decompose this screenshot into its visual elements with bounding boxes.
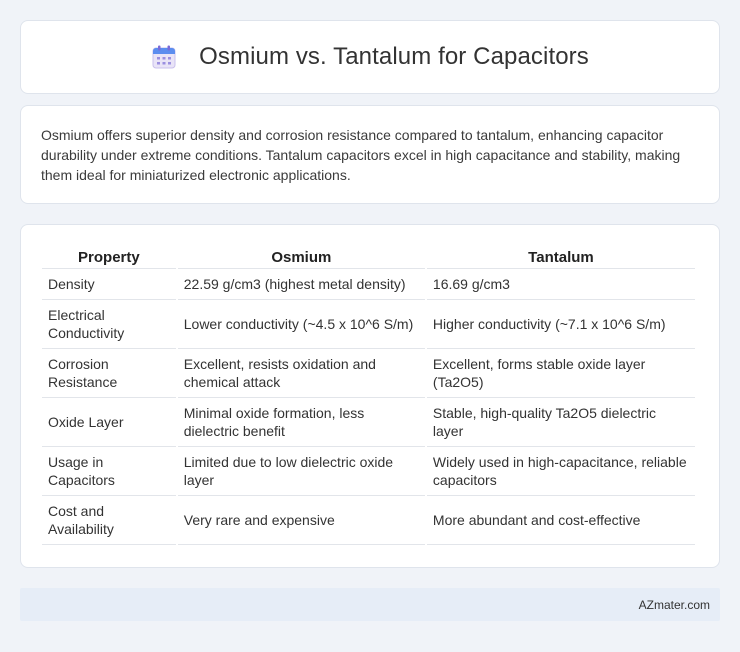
table-row: Density 22.59 g/cm3 (highest metal densi… — [42, 269, 695, 300]
title-card: Osmium vs. Tantalum for Capacitors — [20, 20, 720, 94]
table-row: Corrosion Resistance Excellent, resists … — [42, 349, 695, 398]
calendar-icon — [152, 45, 176, 69]
table-row: Usage in Capacitors Limited due to low d… — [42, 447, 695, 496]
table-row: Oxide Layer Minimal oxide formation, les… — [42, 398, 695, 447]
page-title: Osmium vs. Tantalum for Capacitors — [199, 43, 589, 70]
table-cell: Higher conductivity (~7.1 x 10^6 S/m) — [426, 300, 695, 349]
table-cell: Widely used in high-capacitance, reliabl… — [426, 447, 695, 496]
table-cell: More abundant and cost-effective — [426, 496, 695, 545]
table-cell: Stable, high-quality Ta2O5 dielectric la… — [426, 398, 695, 447]
summary-text: Osmium offers superior density and corro… — [41, 127, 681, 183]
footer: AZmater.com — [20, 588, 720, 621]
table-cell: Lower conductivity (~4.5 x 10^6 S/m) — [177, 300, 425, 349]
table-cell: Limited due to low dielectric oxide laye… — [177, 447, 425, 496]
table-cell: Minimal oxide formation, less dielectric… — [177, 398, 425, 447]
table-cell: 22.59 g/cm3 (highest metal density) — [177, 269, 425, 300]
comparison-table: Property Osmium Tantalum Density 22.59 g… — [40, 245, 697, 545]
table-row: Electrical Conductivity Lower conductivi… — [42, 300, 695, 349]
table-cell: Cost and Availability — [42, 496, 176, 545]
table-cell: Excellent, resists oxidation and chemica… — [177, 349, 425, 398]
table-cell: Oxide Layer — [42, 398, 176, 447]
table-cell: Very rare and expensive — [177, 496, 425, 545]
table-cell: Electrical Conductivity — [42, 300, 176, 349]
table-cell: Usage in Capacitors — [42, 447, 176, 496]
footer-source[interactable]: AZmater.com — [639, 598, 710, 612]
table-cell: Density — [42, 269, 176, 300]
table-cell: Excellent, forms stable oxide layer (Ta2… — [426, 349, 695, 398]
header-property: Property — [42, 245, 176, 269]
title-wrap: Osmium vs. Tantalum for Capacitors — [151, 43, 589, 71]
table-row: Cost and Availability Very rare and expe… — [42, 496, 695, 545]
table-cell: Corrosion Resistance — [42, 349, 176, 398]
header-osmium: Osmium — [177, 245, 425, 269]
header-tantalum: Tantalum — [426, 245, 695, 269]
comparison-card: Property Osmium Tantalum Density 22.59 g… — [20, 224, 720, 568]
table-header-row: Property Osmium Tantalum — [42, 245, 695, 269]
summary-card: Osmium offers superior density and corro… — [20, 105, 720, 204]
table-cell: 16.69 g/cm3 — [426, 269, 695, 300]
